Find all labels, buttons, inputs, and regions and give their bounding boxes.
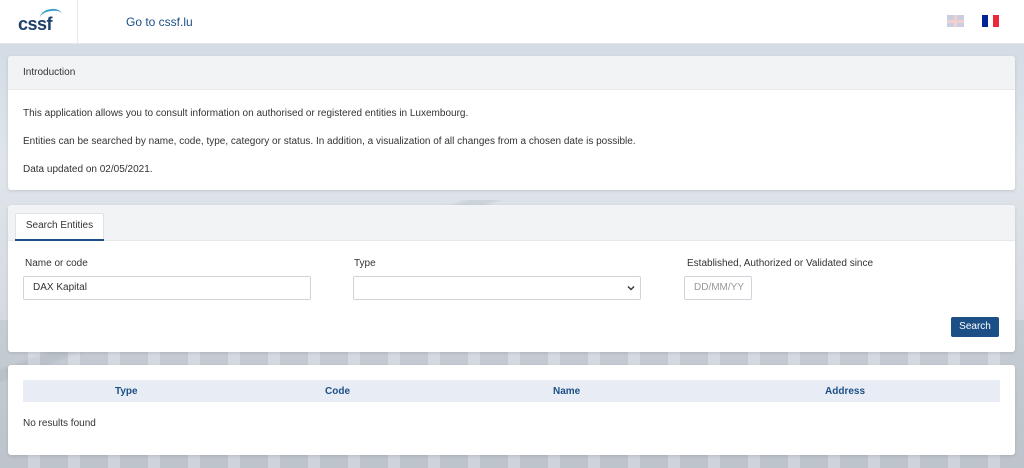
introduction-title: Introduction [8,56,1015,90]
go-to-cssf-link[interactable]: Go to cssf.lu [126,15,193,29]
column-header-type[interactable]: Type [115,386,138,397]
logo-text: cssf [18,14,53,34]
search-panel: Search Entities Name or code DAX Kapital… [8,205,1015,352]
header-divider [77,0,78,43]
name-or-code-label: Name or code [25,258,88,269]
tab-search-entities[interactable]: Search Entities [15,213,104,241]
column-header-address[interactable]: Address [825,386,865,397]
data-updated-text: Data updated on 02/05/2021. [23,164,153,175]
search-button[interactable]: Search [951,317,999,337]
no-results-text: No results found [23,418,96,429]
introduction-panel: Introduction This application allows you… [8,56,1015,190]
chevron-down-icon [627,286,635,291]
intro-paragraph: Entities can be searched by name, code, … [23,136,636,147]
column-header-code[interactable]: Code [325,386,350,397]
uk-flag-icon[interactable] [947,15,964,27]
intro-paragraph: This application allows you to consult i… [23,108,469,119]
type-select[interactable] [353,276,641,300]
results-panel: Type Code Name Address No results found [8,365,1015,455]
results-table-header: Type Code Name Address [23,380,1000,402]
cssf-logo[interactable]: cssf [18,7,78,34]
name-or-code-input[interactable]: DAX Kapital [23,276,311,300]
date-since-input[interactable]: DD/MM/YY [684,276,752,300]
column-header-name[interactable]: Name [553,386,580,397]
fr-flag-icon[interactable] [982,15,1000,27]
type-label: Type [354,258,376,269]
date-since-label: Established, Authorized or Validated sin… [687,258,874,269]
search-tab-bar: Search Entities [8,205,1015,241]
top-bar: cssf Go to cssf.lu [0,0,1024,44]
